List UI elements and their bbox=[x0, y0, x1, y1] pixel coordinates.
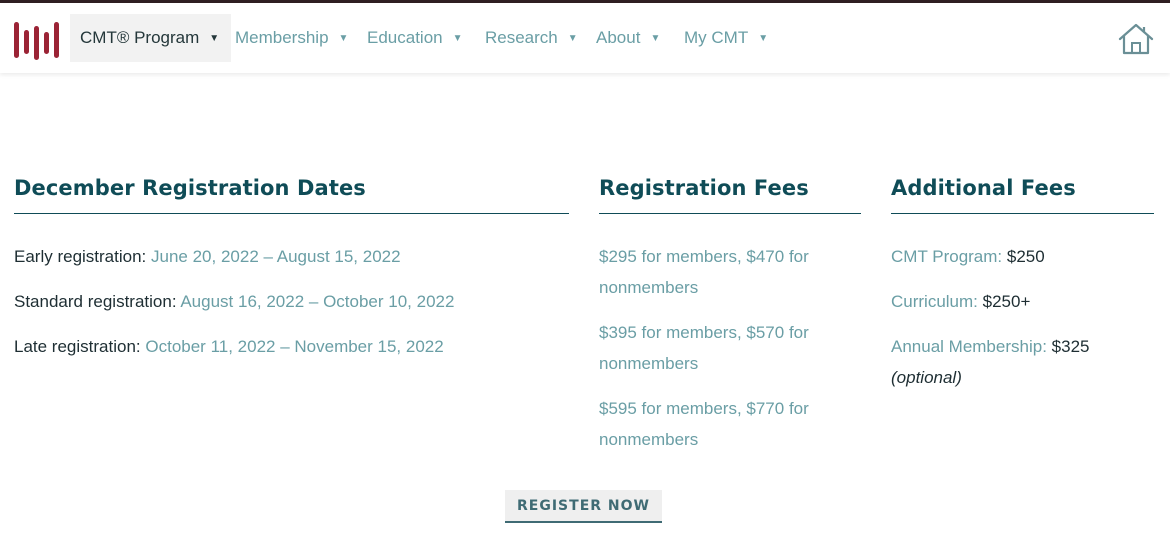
nav-membership-label: Membership bbox=[235, 28, 329, 47]
date-value: October 11, 2022 – November 15, 2022 bbox=[145, 337, 444, 356]
fee-line: nonmembers bbox=[599, 278, 699, 297]
fee-line: $395 for members, $570 for bbox=[599, 323, 809, 342]
caret-down-icon: ▼ bbox=[338, 32, 349, 44]
nav-about[interactable]: About ▼ bbox=[596, 14, 660, 62]
date-value: June 20, 2022 – August 15, 2022 bbox=[151, 247, 401, 266]
fee-value: $250+ bbox=[982, 292, 1031, 311]
date-value: August 16, 2022 – October 10, 2022 bbox=[180, 292, 455, 311]
fee-value: $250 bbox=[1006, 247, 1045, 266]
nav-research[interactable]: Research ▼ bbox=[485, 14, 578, 62]
list-item: $395 for members, $570 for nonmembers bbox=[599, 317, 861, 379]
nav-research-label: Research bbox=[485, 28, 558, 47]
list-item: Curriculum: $250+ bbox=[891, 286, 1154, 317]
fee-line: nonmembers bbox=[599, 430, 699, 449]
fee-label: Annual Membership: bbox=[891, 337, 1047, 356]
fee-line: nonmembers bbox=[599, 354, 699, 373]
registration-fees-heading: Registration Fees bbox=[599, 170, 861, 214]
caret-down-icon: ▼ bbox=[758, 32, 769, 44]
list-item: Late registration: October 11, 2022 – No… bbox=[14, 331, 569, 362]
fee-line: $595 for members, $770 for bbox=[599, 399, 809, 418]
fee-value: $325 bbox=[1051, 337, 1090, 356]
caret-down-icon: ▼ bbox=[452, 32, 463, 44]
list-item: Standard registration: August 16, 2022 –… bbox=[14, 286, 569, 317]
cmt-logo[interactable] bbox=[14, 20, 60, 60]
fee-line: $295 for members, $470 for bbox=[599, 247, 809, 266]
nav-my-cmt[interactable]: My CMT ▼ bbox=[684, 14, 768, 62]
additional-fees-heading: Additional Fees bbox=[891, 170, 1154, 214]
caret-down-icon: ▼ bbox=[567, 32, 578, 44]
caret-down-icon: ▼ bbox=[209, 32, 220, 44]
nav-education-label: Education bbox=[367, 28, 443, 47]
registration-fees-list: $295 for members, $470 for nonmembers $3… bbox=[599, 241, 861, 455]
list-item: Early registration: June 20, 2022 – Augu… bbox=[14, 241, 569, 272]
home-icon[interactable] bbox=[1118, 22, 1154, 56]
list-item: CMT Program: $250 bbox=[891, 241, 1154, 272]
fee-label: Curriculum: bbox=[891, 292, 978, 311]
registration-dates-heading: December Registration Dates bbox=[14, 170, 569, 214]
list-item: $295 for members, $470 for nonmembers bbox=[599, 241, 861, 303]
date-label: Early registration: bbox=[14, 247, 147, 266]
list-item: Annual Membership: $325 (optional) bbox=[891, 331, 1154, 393]
additional-fees-section: Additional Fees CMT Program: $250 Curric… bbox=[891, 170, 1154, 393]
date-label: Standard registration: bbox=[14, 292, 177, 311]
register-now-button[interactable]: REGISTER NOW bbox=[505, 490, 662, 523]
nav-my-cmt-label: My CMT bbox=[684, 28, 749, 47]
registration-fees-section: Registration Fees $295 for members, $470… bbox=[599, 170, 861, 455]
nav-about-label: About bbox=[596, 28, 641, 47]
date-label: Late registration: bbox=[14, 337, 141, 356]
caret-down-icon: ▼ bbox=[650, 32, 661, 44]
fee-label: CMT Program: bbox=[891, 247, 1003, 266]
fee-note: (optional) bbox=[891, 368, 962, 387]
list-item: $595 for members, $770 for nonmembers bbox=[599, 393, 861, 455]
nav-membership[interactable]: Membership ▼ bbox=[235, 14, 348, 62]
main-navbar: CMT® Program ▼ Membership ▼ Education ▼ … bbox=[0, 3, 1170, 73]
additional-fees-list: CMT Program: $250 Curriculum: $250+ Annu… bbox=[891, 241, 1154, 393]
nav-cmt-program[interactable]: CMT® Program ▼ bbox=[70, 14, 232, 62]
registration-dates-section: December Registration Dates Early regist… bbox=[14, 170, 569, 362]
nav-cmt-program-label: CMT® Program bbox=[80, 28, 200, 47]
nav-education[interactable]: Education ▼ bbox=[367, 14, 463, 62]
registration-dates-list: Early registration: June 20, 2022 – Augu… bbox=[14, 241, 569, 362]
